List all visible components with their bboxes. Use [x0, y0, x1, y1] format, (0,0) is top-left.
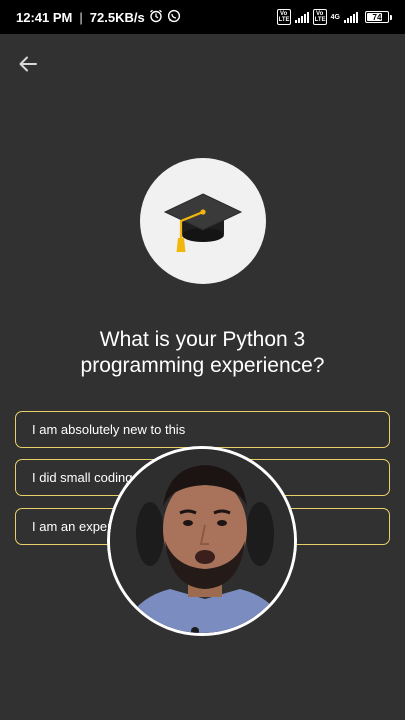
battery-level: 74 — [372, 12, 382, 22]
presenter-video-overlay — [107, 446, 297, 636]
network-speed: 72.5KB/s — [89, 9, 145, 25]
question-heading: What is your Python 3 programming experi… — [30, 327, 375, 379]
presenter-image — [110, 449, 294, 633]
alarm-icon — [149, 9, 163, 26]
signal-icon-1 — [294, 11, 309, 23]
status-right: Vo LTE Vo LTE 4G 74 — [276, 9, 392, 25]
option-new[interactable]: I am absolutely new to this — [15, 411, 390, 448]
graduation-cap-icon — [163, 193, 243, 252]
status-left: 12:41 PM | 72.5KB/s — [16, 9, 181, 26]
status-time: 12:41 PM — [16, 9, 73, 25]
question-line-2: programming experience? — [80, 354, 325, 377]
signal-icon-2 — [344, 11, 358, 23]
arrow-left-icon — [19, 56, 37, 72]
volte-badge-1: Vo LTE — [276, 9, 291, 25]
option-label: I am absolutely new to this — [32, 422, 186, 437]
network-type: 4G — [330, 13, 340, 21]
status-bar: 12:41 PM | 72.5KB/s Vo LTE Vo LTE 4G 74 — [0, 0, 405, 34]
hero-badge — [140, 158, 266, 284]
battery-icon: 74 — [365, 11, 392, 23]
option-label: I did small coding — [32, 470, 133, 485]
whatsapp-icon — [167, 9, 181, 26]
status-separator: | — [79, 9, 83, 25]
back-button[interactable] — [14, 50, 42, 78]
question-line-1: What is your Python 3 — [99, 328, 306, 351]
volte-badge-2: Vo LTE — [312, 9, 327, 25]
option-label: I am an experi — [32, 519, 115, 534]
